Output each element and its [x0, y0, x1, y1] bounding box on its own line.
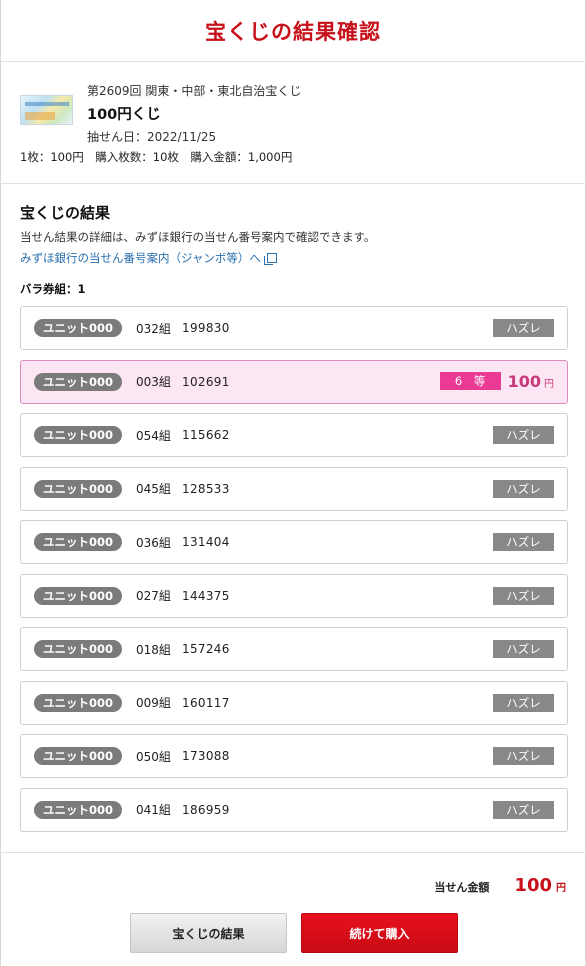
page-footer: 当せん金額 100 円 宝くじの結果 続けて購入: [0, 852, 586, 966]
external-window-icon: [263, 253, 277, 265]
lottery-name: 100円くじ: [87, 107, 161, 123]
result-row: ユニット000 018組 157246 ハズレ: [20, 627, 568, 671]
ticket-number: 144375: [182, 588, 230, 603]
group-number: 032組: [136, 321, 171, 336]
draw-info: 第2609回 関東・中部・東北自治宝くじ: [87, 84, 302, 98]
group-number: 009組: [136, 696, 171, 710]
lose-badge: ハズレ: [493, 800, 554, 819]
prize-amount: 100: [507, 371, 541, 391]
result-row: ユニット000 054組 115662 ハズレ: [20, 413, 568, 457]
unit-badge: ユニット000: [34, 747, 123, 765]
total-winnings: 当せん金額 100 円: [434, 875, 566, 896]
purchase-info: 1枚：100円 購入枚数：10枚 購入金額：1,000円: [20, 150, 293, 164]
group-number: 041組: [136, 803, 171, 817]
prize-info: 6 等 100 円: [439, 371, 554, 391]
result-row: ユニット000 041組 186959 ハズレ: [20, 787, 568, 832]
group-number: 050組: [136, 749, 171, 764]
unit-badge: ユニット000: [34, 693, 123, 712]
prize-rank-badge: 6 等: [439, 372, 501, 390]
result-row-winning: ユニット000 003組 102691 6 等 100 円: [20, 359, 568, 404]
result-row: ユニット000 027組 144375 ハズレ: [20, 573, 568, 618]
lottery-info-text: 第2609回 関東・中部・東北自治宝くじ 100円くじ 抽せん日：2022/11…: [87, 82, 301, 145]
ticket-number: 173088: [182, 749, 230, 763]
lose-badge: ハズレ: [493, 640, 554, 658]
group-number: 027組: [136, 589, 171, 603]
total-label: 当せん金額: [434, 881, 490, 894]
lose-badge: ハズレ: [493, 693, 554, 712]
prize-unit: 円: [544, 378, 554, 390]
continue-purchase-button[interactable]: 続けて購入: [301, 913, 458, 953]
result-row: ユニット000 036組 131404 ハズレ: [20, 520, 568, 564]
lottery-info: 第2609回 関東・中部・東北自治宝くじ 100円くじ 抽せん日：2022/11…: [0, 62, 586, 184]
result-row: ユニット000 009組 160117 ハズレ: [20, 680, 568, 725]
draw-date: 抽せん日：2022/11/25: [87, 130, 217, 144]
group-number: 045組: [136, 482, 171, 496]
ticket-number: 115662: [182, 428, 230, 442]
unit-badge: ユニット000: [34, 586, 123, 605]
lose-badge: ハズレ: [493, 533, 554, 551]
unit-badge: ユニット000: [34, 319, 123, 337]
result-row: ユニット000 032組 199830 ハズレ: [20, 306, 568, 350]
ticket-number: 128533: [182, 481, 230, 496]
lottery-ticket-image: [20, 95, 73, 125]
lose-badge: ハズレ: [493, 479, 554, 498]
ticket-number: 102691: [182, 374, 230, 389]
lose-badge: ハズレ: [493, 426, 554, 444]
unit-badge: ユニット000: [34, 640, 123, 658]
ticket-number: 157246: [182, 642, 230, 656]
unit-badge: ユニット000: [34, 426, 123, 444]
ticket-number: 186959: [182, 802, 230, 817]
lose-badge: ハズレ: [493, 586, 554, 605]
unit-badge: ユニット000: [34, 372, 123, 391]
total-amount: 100: [514, 875, 552, 896]
ticket-number: 199830: [182, 321, 230, 335]
lose-badge: ハズレ: [493, 319, 554, 337]
unit-badge: ユニット000: [34, 533, 123, 551]
group-number: 036組: [136, 535, 171, 550]
group-number: 003組: [136, 375, 171, 389]
group-number: 018組: [136, 642, 171, 657]
unit-badge: ユニット000: [34, 479, 123, 498]
lottery-results-button[interactable]: 宝くじの結果: [130, 913, 287, 953]
result-list: ユニット000 032組 199830 ハズレ ユニット000 003組 102…: [20, 306, 568, 841]
result-row: ユニット000 050組 173088 ハズレ: [20, 734, 568, 778]
ticket-number: 131404: [182, 535, 230, 549]
ticket-number: 160117: [182, 695, 230, 710]
group-number: 054組: [136, 428, 171, 443]
total-unit: 円: [556, 883, 566, 894]
unit-badge: ユニット000: [34, 800, 123, 819]
lose-badge: ハズレ: [493, 747, 554, 765]
result-row: ユニット000 045組 128533 ハズレ: [20, 466, 568, 511]
